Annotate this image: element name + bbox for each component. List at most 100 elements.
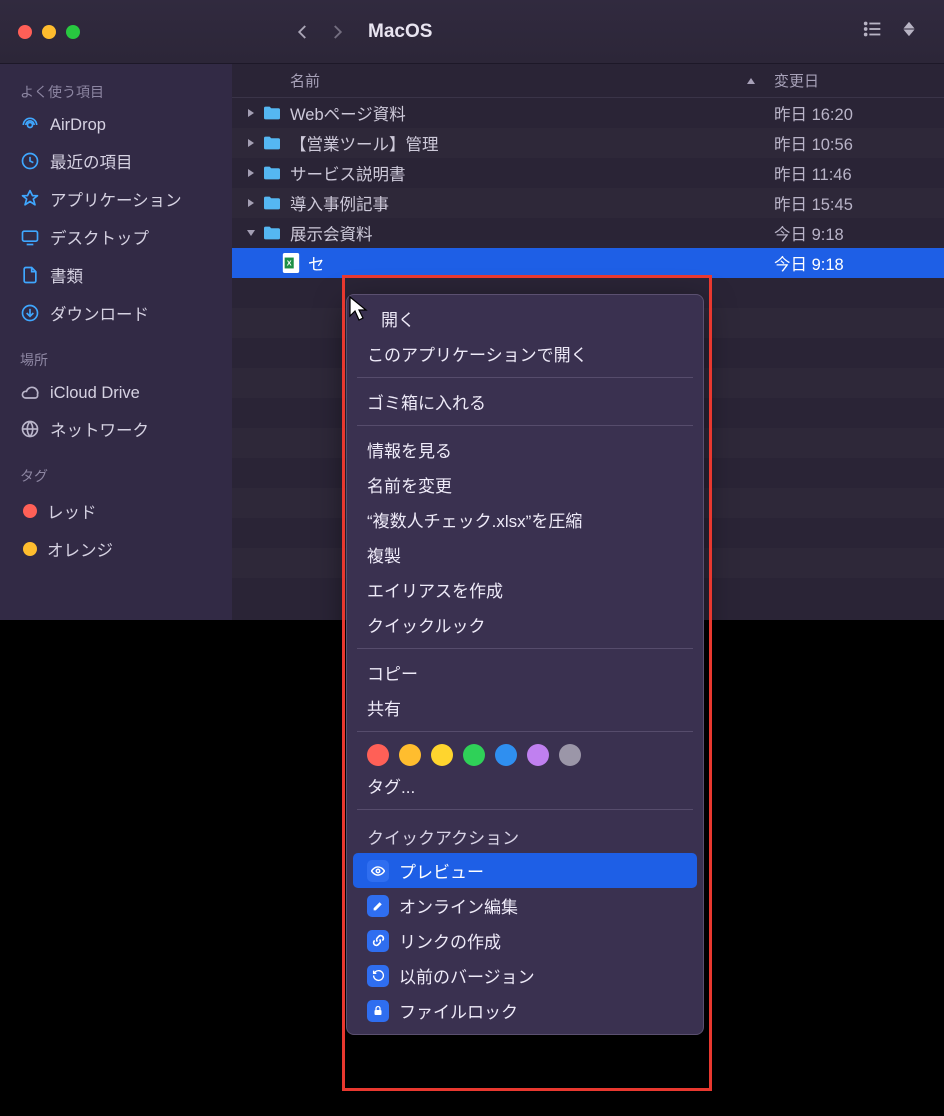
file-date: 昨日 15:45 bbox=[774, 191, 944, 215]
cloud-icon bbox=[20, 383, 40, 403]
link-icon bbox=[367, 930, 389, 952]
sidebar-item-label: ネットワーク bbox=[50, 417, 149, 441]
sidebar-item-label: オレンジ bbox=[47, 537, 113, 561]
nav-buttons bbox=[294, 23, 346, 41]
window-title: MacOS bbox=[368, 21, 432, 43]
tag-red-icon bbox=[23, 504, 37, 518]
folder-icon bbox=[262, 225, 282, 241]
menu-qa-file-lock[interactable]: ファイルロック bbox=[347, 993, 703, 1028]
menu-quick-actions-label: クイックアクション bbox=[347, 816, 703, 853]
menu-trash[interactable]: ゴミ箱に入れる bbox=[347, 384, 703, 419]
menu-qa-create-link[interactable]: リンクの作成 bbox=[347, 923, 703, 958]
menu-tags[interactable]: タグ... bbox=[347, 768, 703, 803]
pencil-icon bbox=[367, 895, 389, 917]
sidebar-item-desktop[interactable]: デスクトップ bbox=[0, 218, 232, 256]
sidebar-item-icloud[interactable]: iCloud Drive bbox=[0, 376, 232, 410]
file-name: 導入事例記事 bbox=[290, 191, 774, 215]
sidebar-item-network[interactable]: ネットワーク bbox=[0, 410, 232, 448]
table-row[interactable]: 導入事例記事 昨日 15:45 bbox=[232, 188, 944, 218]
sidebar: よく使う項目 AirDrop 最近の項目 アプリケーション デスクトップ 書類 bbox=[0, 64, 232, 620]
sort-options-icon[interactable] bbox=[898, 18, 920, 45]
menu-duplicate[interactable]: 複製 bbox=[347, 537, 703, 572]
column-date-label: 変更日 bbox=[774, 73, 819, 90]
close-window-button[interactable] bbox=[18, 25, 32, 39]
folder-icon bbox=[262, 195, 282, 211]
menu-qa-preview[interactable]: プレビュー bbox=[353, 853, 697, 888]
folder-icon bbox=[262, 135, 282, 151]
lock-icon bbox=[367, 1000, 389, 1022]
menu-info[interactable]: 情報を見る bbox=[347, 432, 703, 467]
table-row-selected[interactable]: X セ 今日 9:18 bbox=[232, 248, 944, 278]
sidebar-item-tag-orange[interactable]: オレンジ bbox=[0, 530, 232, 568]
minimize-window-button[interactable] bbox=[42, 25, 56, 39]
table-row[interactable]: Webページ資料 昨日 16:20 bbox=[232, 98, 944, 128]
tag-orange-icon bbox=[23, 542, 37, 556]
table-row[interactable]: サービス説明書 昨日 11:46 bbox=[232, 158, 944, 188]
column-name[interactable]: 名前 bbox=[290, 70, 774, 91]
download-icon bbox=[20, 303, 40, 323]
file-date: 昨日 10:56 bbox=[774, 131, 944, 155]
folder-icon bbox=[262, 165, 282, 181]
tag-color-gray[interactable] bbox=[559, 744, 581, 766]
tag-color-orange[interactable] bbox=[399, 744, 421, 766]
file-date: 今日 9:18 bbox=[774, 251, 944, 275]
menu-separator bbox=[357, 425, 693, 426]
menu-open-with[interactable]: このアプリケーションで開く bbox=[347, 336, 703, 371]
eye-icon bbox=[367, 860, 389, 882]
tag-color-green[interactable] bbox=[463, 744, 485, 766]
disclosure-right-icon[interactable] bbox=[244, 138, 258, 148]
sidebar-section-locations: 場所 bbox=[0, 346, 232, 376]
menu-quicklook[interactable]: クイックルック bbox=[347, 607, 703, 642]
disclosure-right-icon[interactable] bbox=[244, 108, 258, 118]
menu-qa-previous-version[interactable]: 以前のバージョン bbox=[347, 958, 703, 993]
disclosure-right-icon[interactable] bbox=[244, 198, 258, 208]
disclosure-right-icon[interactable] bbox=[244, 168, 258, 178]
menu-alias[interactable]: エイリアスを作成 bbox=[347, 572, 703, 607]
back-button[interactable] bbox=[294, 23, 312, 41]
desktop-icon bbox=[20, 227, 40, 247]
tag-color-red[interactable] bbox=[367, 744, 389, 766]
view-list-icon[interactable] bbox=[862, 18, 884, 45]
table-row[interactable]: 展示会資料 今日 9:18 bbox=[232, 218, 944, 248]
sidebar-item-label: AirDrop bbox=[50, 116, 106, 135]
folder-icon bbox=[262, 105, 282, 121]
sidebar-item-downloads[interactable]: ダウンロード bbox=[0, 294, 232, 332]
sidebar-section-favorites: よく使う項目 bbox=[0, 78, 232, 108]
column-date[interactable]: 変更日 bbox=[774, 70, 944, 91]
zoom-window-button[interactable] bbox=[66, 25, 80, 39]
file-name: セ bbox=[308, 251, 774, 275]
excel-file-icon: X bbox=[282, 253, 300, 273]
tag-color-blue[interactable] bbox=[495, 744, 517, 766]
menu-rename[interactable]: 名前を変更 bbox=[347, 467, 703, 502]
sidebar-item-label: ダウンロード bbox=[50, 301, 149, 325]
table-row[interactable]: 【営業ツール】管理 昨日 10:56 bbox=[232, 128, 944, 158]
airdrop-icon bbox=[20, 115, 40, 135]
menu-qa-online-edit[interactable]: オンライン編集 bbox=[347, 888, 703, 923]
tag-color-yellow[interactable] bbox=[431, 744, 453, 766]
history-icon bbox=[367, 965, 389, 987]
sidebar-item-label: 最近の項目 bbox=[50, 149, 133, 173]
sidebar-item-airdrop[interactable]: AirDrop bbox=[0, 108, 232, 142]
forward-button[interactable] bbox=[328, 23, 346, 41]
sidebar-item-applications[interactable]: アプリケーション bbox=[0, 180, 232, 218]
file-date: 今日 9:18 bbox=[774, 221, 944, 245]
menu-open[interactable]: 開く bbox=[347, 301, 703, 336]
window-controls bbox=[12, 25, 80, 39]
column-name-label: 名前 bbox=[290, 70, 320, 91]
file-date: 昨日 16:20 bbox=[774, 101, 944, 125]
menu-share[interactable]: 共有 bbox=[347, 690, 703, 725]
column-headers: 名前 変更日 bbox=[232, 64, 944, 98]
menu-copy[interactable]: コピー bbox=[347, 655, 703, 690]
globe-icon bbox=[20, 419, 40, 439]
document-icon bbox=[20, 265, 40, 285]
menu-separator bbox=[357, 731, 693, 732]
sidebar-item-tag-red[interactable]: レッド bbox=[0, 492, 232, 530]
sidebar-item-documents[interactable]: 書類 bbox=[0, 256, 232, 294]
file-name: Webページ資料 bbox=[290, 101, 774, 125]
menu-tag-colors bbox=[347, 738, 703, 768]
disclosure-down-icon[interactable] bbox=[244, 228, 258, 238]
sidebar-item-label: デスクトップ bbox=[50, 225, 149, 249]
sidebar-item-recent[interactable]: 最近の項目 bbox=[0, 142, 232, 180]
tag-color-purple[interactable] bbox=[527, 744, 549, 766]
menu-compress[interactable]: “複数人チェック.xlsx”を圧縮 bbox=[347, 502, 703, 537]
